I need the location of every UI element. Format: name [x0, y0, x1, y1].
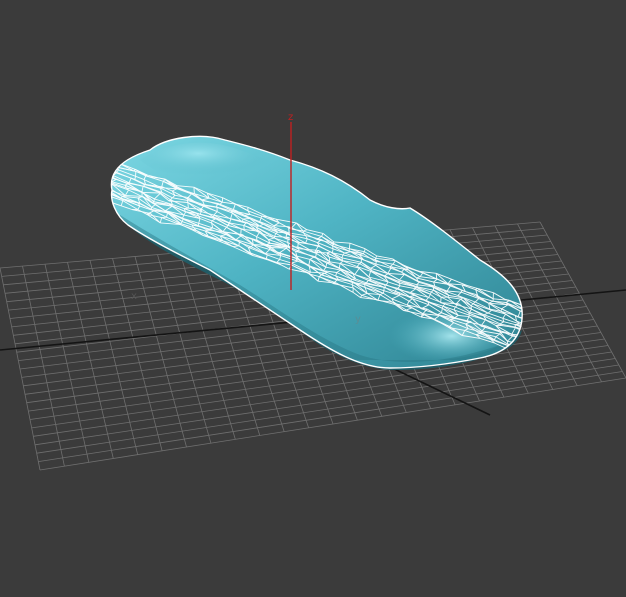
wireframe-edge: [242, 218, 250, 220]
wireframe-edge: [375, 260, 377, 264]
x-axis-label: x: [131, 291, 137, 302]
z-axis-label: z: [288, 112, 293, 123]
wireframe-edge: [285, 232, 288, 239]
wireframe-edge: [364, 248, 366, 252]
wireframe-edge: [287, 237, 289, 243]
wireframe-edge: [238, 241, 240, 246]
3d-viewport[interactable]: z x y: [0, 0, 626, 597]
y-axis-label: y: [355, 314, 361, 325]
wireframe-edge: [141, 191, 161, 194]
wireframe-edge: [187, 202, 189, 209]
viewport-canvas[interactable]: z x y: [0, 0, 626, 597]
wireframe-edge: [193, 187, 195, 194]
